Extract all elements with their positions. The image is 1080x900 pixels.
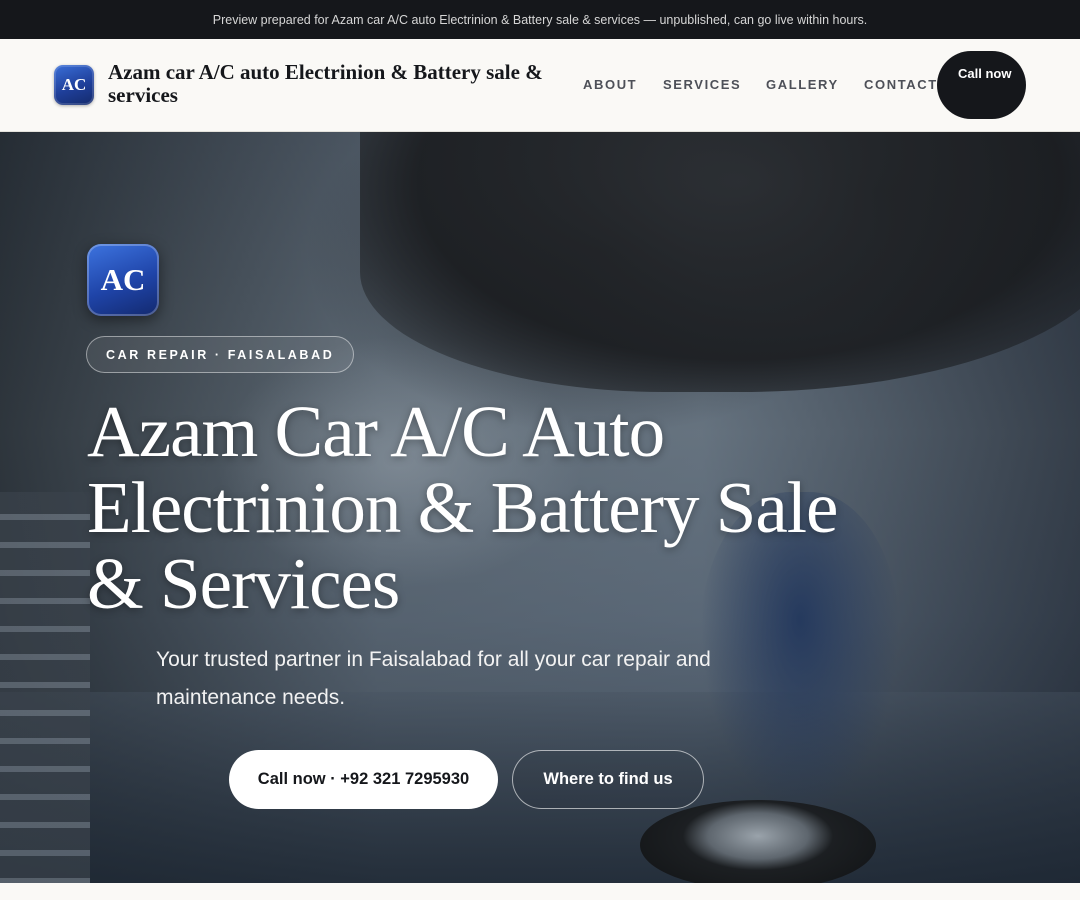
site-header: AC Azam car A/C auto Electrinion & Batte… xyxy=(0,39,1080,132)
nav-link-about[interactable]: ABOUT xyxy=(583,77,637,92)
hero-subtitle: Your trusted partner in Faisalabad for a… xyxy=(156,648,711,709)
brand-logo-text: AC xyxy=(61,75,87,94)
hero-title: Azam Car A/C Auto Electrinion & Battery … xyxy=(87,391,838,624)
hero-bg-tire xyxy=(640,800,876,883)
hero-bg-shelf xyxy=(0,492,90,883)
nav-link-services[interactable]: SERVICES xyxy=(663,77,741,92)
hero-eyebrow-badge: CAR REPAIR · FAISALABAD xyxy=(86,336,355,373)
brand-logo-icon[interactable]: AC xyxy=(54,65,94,105)
nav-link-contact[interactable]: CONTACT xyxy=(864,77,938,92)
hero-bg-car xyxy=(360,132,1080,392)
preview-banner-text: Preview prepared for Azam car A/C auto E… xyxy=(212,12,868,27)
hero-logo-icon: AC xyxy=(87,244,159,316)
hero-logo-text: AC xyxy=(100,262,146,297)
hero-call-button[interactable]: Call now · +92 321 7295930 xyxy=(229,750,498,809)
nav-link-gallery[interactable]: GALLERY xyxy=(766,77,839,92)
brand-name[interactable]: Azam car A/C auto Electrinion & Battery … xyxy=(108,61,588,107)
hero-section: AC CAR REPAIR · FAISALABAD Azam Car A/C … xyxy=(0,132,1080,883)
preview-banner: Preview prepared for Azam car A/C auto E… xyxy=(0,0,1080,39)
header-call-now-button[interactable]: Call now xyxy=(937,51,1026,119)
hero-directions-button[interactable]: Where to find us xyxy=(512,750,704,809)
